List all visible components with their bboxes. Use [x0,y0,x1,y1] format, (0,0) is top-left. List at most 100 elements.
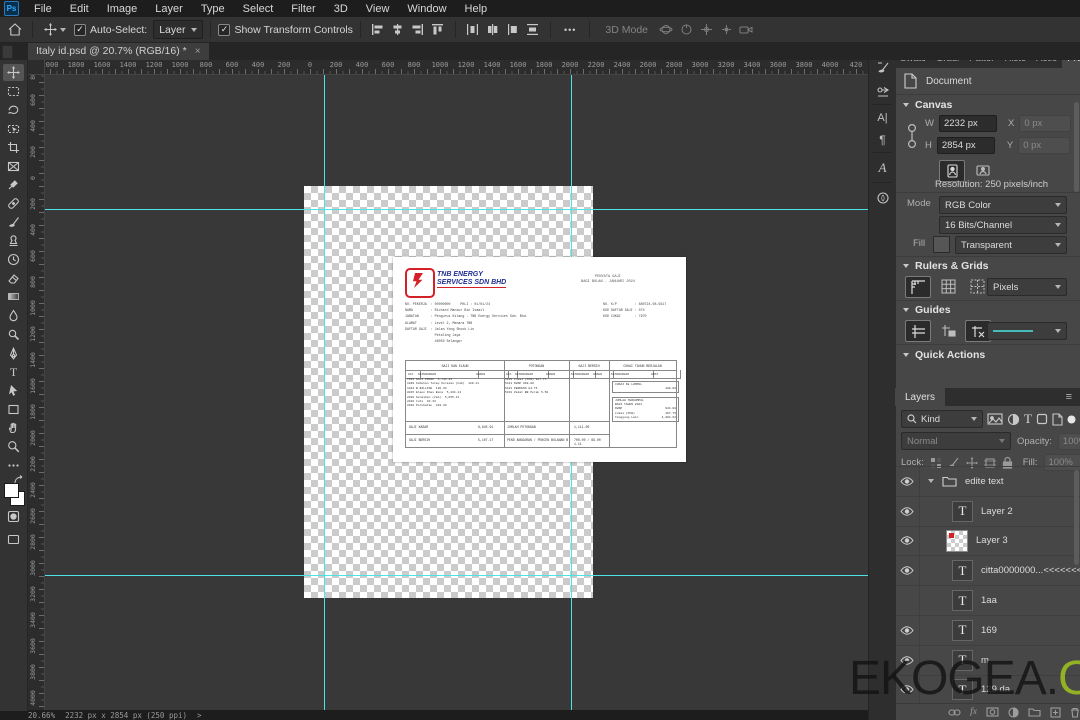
eraser-tool[interactable] [3,270,24,287]
clone-source-panel-icon[interactable] [869,82,896,102]
3d-pan-icon[interactable] [697,21,715,39]
menu-file[interactable]: File [25,3,61,15]
align-right-icon[interactable] [409,21,427,39]
ruler-corner[interactable] [28,60,45,75]
menu-image[interactable]: Image [98,3,147,15]
new-group-icon[interactable] [1028,707,1041,717]
layer-thumbnail-text[interactable]: T [952,560,973,582]
align-center-h-icon[interactable] [389,21,407,39]
filter-adjustment-layers-icon[interactable] [1007,413,1020,426]
eyedropper-tool[interactable] [3,176,24,193]
layer-visibility-toggle[interactable] [895,586,920,615]
filter-shape-layers-icon[interactable] [1036,413,1048,425]
quick-actions-section-header[interactable]: Quick Actions [903,349,985,361]
document-tab[interactable]: Italy id.psd @ 20.7% (RGB/16) * × [28,42,209,60]
paragraph-panel-icon[interactable]: ¶ [869,130,896,150]
fill-dropdown[interactable]: Transparent [955,236,1067,254]
guide-horizontal-1[interactable] [44,209,868,210]
lasso-tool[interactable] [3,101,24,118]
dock-grip[interactable] [2,45,13,59]
layer-name[interactable]: edite text [965,476,1004,487]
layer-effects-icon[interactable]: fx [970,707,977,717]
toggle-pixel-grid-button[interactable] [965,276,989,296]
type-tool[interactable]: T [3,363,24,380]
group-expand-chevron[interactable] [928,479,934,484]
layer-row[interactable]: Layer 3 [895,526,1080,557]
layer-thumbnail-text[interactable]: T [952,619,973,641]
payslip-document[interactable]: TNB ENERGY SERVICES SDN BHD PENYATA GAJI… [393,257,686,462]
clone-stamp-tool[interactable] [3,232,24,249]
layer-visibility-toggle[interactable] [895,467,920,496]
auto-select-checkbox[interactable]: ✓ [74,23,86,36]
color-mode-dropdown[interactable]: RGB Color [939,196,1067,214]
guide-horizontal-2[interactable] [44,575,868,576]
layer-visibility-toggle[interactable] [895,526,920,556]
pen-tool[interactable] [3,345,24,362]
hand-tool[interactable] [3,419,24,436]
delete-layer-icon[interactable] [1070,707,1080,718]
layer-thumbnail-text[interactable]: T [952,500,973,522]
more-options-icon[interactable]: ••• [564,25,576,35]
guide-style-dropdown[interactable] [987,322,1067,340]
properties-scrollbar[interactable] [1074,102,1079,192]
menu-filter[interactable]: Filter [282,3,324,15]
ruler-horizontal[interactable]: 2000 1800 1600 1400 1200 1000 800 600 400 200 0 200… [28,60,868,75]
layer-thumbnail[interactable] [946,529,968,552]
history-panel-icon[interactable] [869,58,896,78]
menu-type[interactable]: Type [192,3,234,15]
filter-toggle-icon[interactable] [1067,415,1076,424]
new-layer-icon[interactable] [1050,706,1061,718]
auto-select-target-dropdown[interactable]: Layer [153,20,204,39]
chevron-down-icon[interactable] [60,27,66,32]
height-field[interactable]: 2854 px [936,137,995,154]
rectangular-marquee-tool[interactable] [3,83,24,100]
move-tool-preset-icon[interactable] [41,21,59,39]
align-left-icon[interactable] [369,21,387,39]
guides-section-header[interactable]: Guides [903,304,951,316]
distribute-h-icon[interactable] [464,21,482,39]
layer-thumbnail-text[interactable]: T [952,590,973,612]
frame-tool[interactable] [3,158,24,175]
layer-name[interactable]: 1aa [981,595,997,606]
close-icon[interactable]: × [195,46,201,57]
3d-camera-icon[interactable] [737,21,755,39]
link-dimensions-icon[interactable] [907,120,917,152]
width-field[interactable]: 2232 px [938,115,997,132]
tab-layers[interactable]: Layers [895,388,946,406]
ruler-vertical[interactable]: 8006004002000200400600800100012001400160… [28,68,45,710]
quick-mask-button[interactable] [3,508,24,525]
fill-swatch[interactable] [933,236,950,253]
show-transform-checkbox[interactable]: ✓ [218,23,231,36]
layer-row[interactable]: T Layer 2 [895,496,1080,527]
guide-vertical-1[interactable] [324,74,325,710]
layer-visibility-toggle[interactable] [895,556,920,586]
layer-filter-kind-dropdown[interactable]: Kind [901,410,983,428]
zoom-level-field[interactable]: 20.66% [28,711,55,720]
rulers-grids-section-header[interactable]: Rulers & Grids [903,260,989,272]
blur-tool[interactable] [3,307,24,324]
menu-layer[interactable]: Layer [146,3,192,15]
edit-toolbar-tool[interactable] [3,457,24,474]
dodge-tool[interactable] [3,326,24,343]
layer-row[interactable]: Tcitta0000000...<<<<<<<<0 d [895,556,1080,587]
adjustment-layer-icon[interactable] [1008,706,1019,718]
menu-view[interactable]: View [357,3,399,15]
foreground-color-swatch[interactable] [4,483,19,499]
align-top-icon[interactable] [429,21,447,39]
layer-name[interactable]: citta0000000...<<<<<<<<0 d [981,565,1080,576]
menu-window[interactable]: Window [398,3,455,15]
toggle-grid-button[interactable] [936,276,960,296]
link-layers-icon[interactable] [948,708,961,717]
path-selection-tool[interactable] [3,382,24,399]
3d-slide-icon[interactable] [717,21,735,39]
add-mask-icon[interactable] [986,707,999,717]
home-icon[interactable] [6,21,24,39]
photoshop-app-icon[interactable]: Ps [4,1,19,16]
character-panel-icon[interactable]: A| [869,108,896,128]
brush-tool[interactable] [3,214,24,231]
libraries-panel-icon[interactable] [869,188,896,208]
layer-row[interactable]: edite text [895,467,1080,497]
lock-guides-button[interactable] [936,320,960,340]
zoom-tool[interactable] [3,438,24,455]
3d-roll-icon[interactable] [677,21,695,39]
